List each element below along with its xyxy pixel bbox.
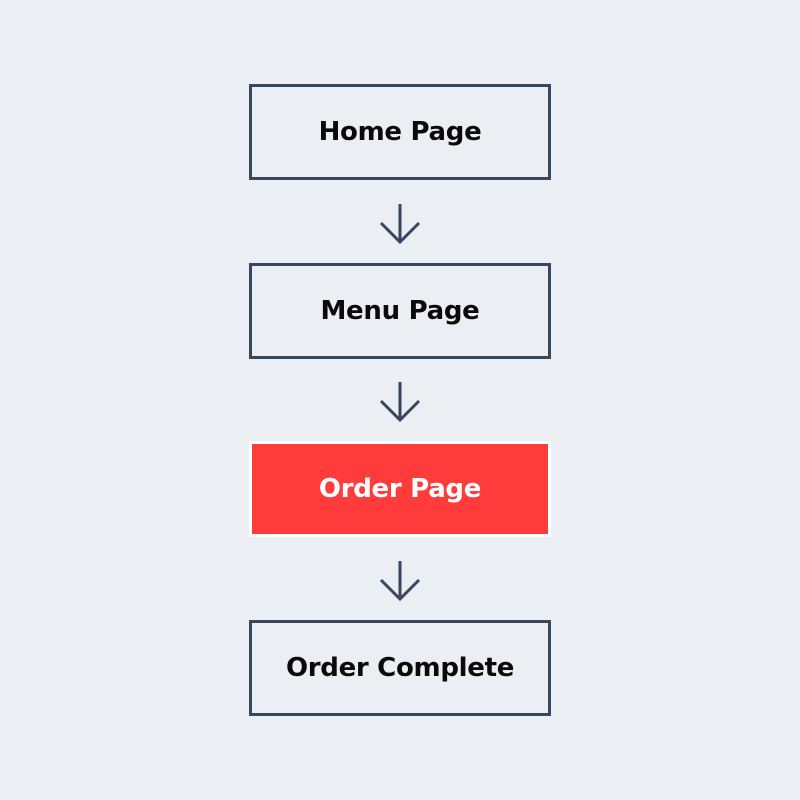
step-label: Home Page xyxy=(318,117,482,147)
step-order-complete[interactable]: Order Complete xyxy=(249,620,551,716)
step-label: Menu Page xyxy=(320,296,480,326)
step-menu-page[interactable]: Menu Page xyxy=(249,263,551,359)
step-order-page[interactable]: Order Page xyxy=(249,441,551,537)
flow-diagram: Home Page Menu Page Order Page Order Com… xyxy=(0,0,800,800)
step-home-page[interactable]: Home Page xyxy=(249,84,551,180)
arrow-down-icon xyxy=(378,202,422,246)
step-label: Order Page xyxy=(318,474,482,504)
step-label: Order Complete xyxy=(285,653,515,683)
arrow-down-icon xyxy=(378,380,422,424)
arrow-down-icon xyxy=(378,559,422,603)
